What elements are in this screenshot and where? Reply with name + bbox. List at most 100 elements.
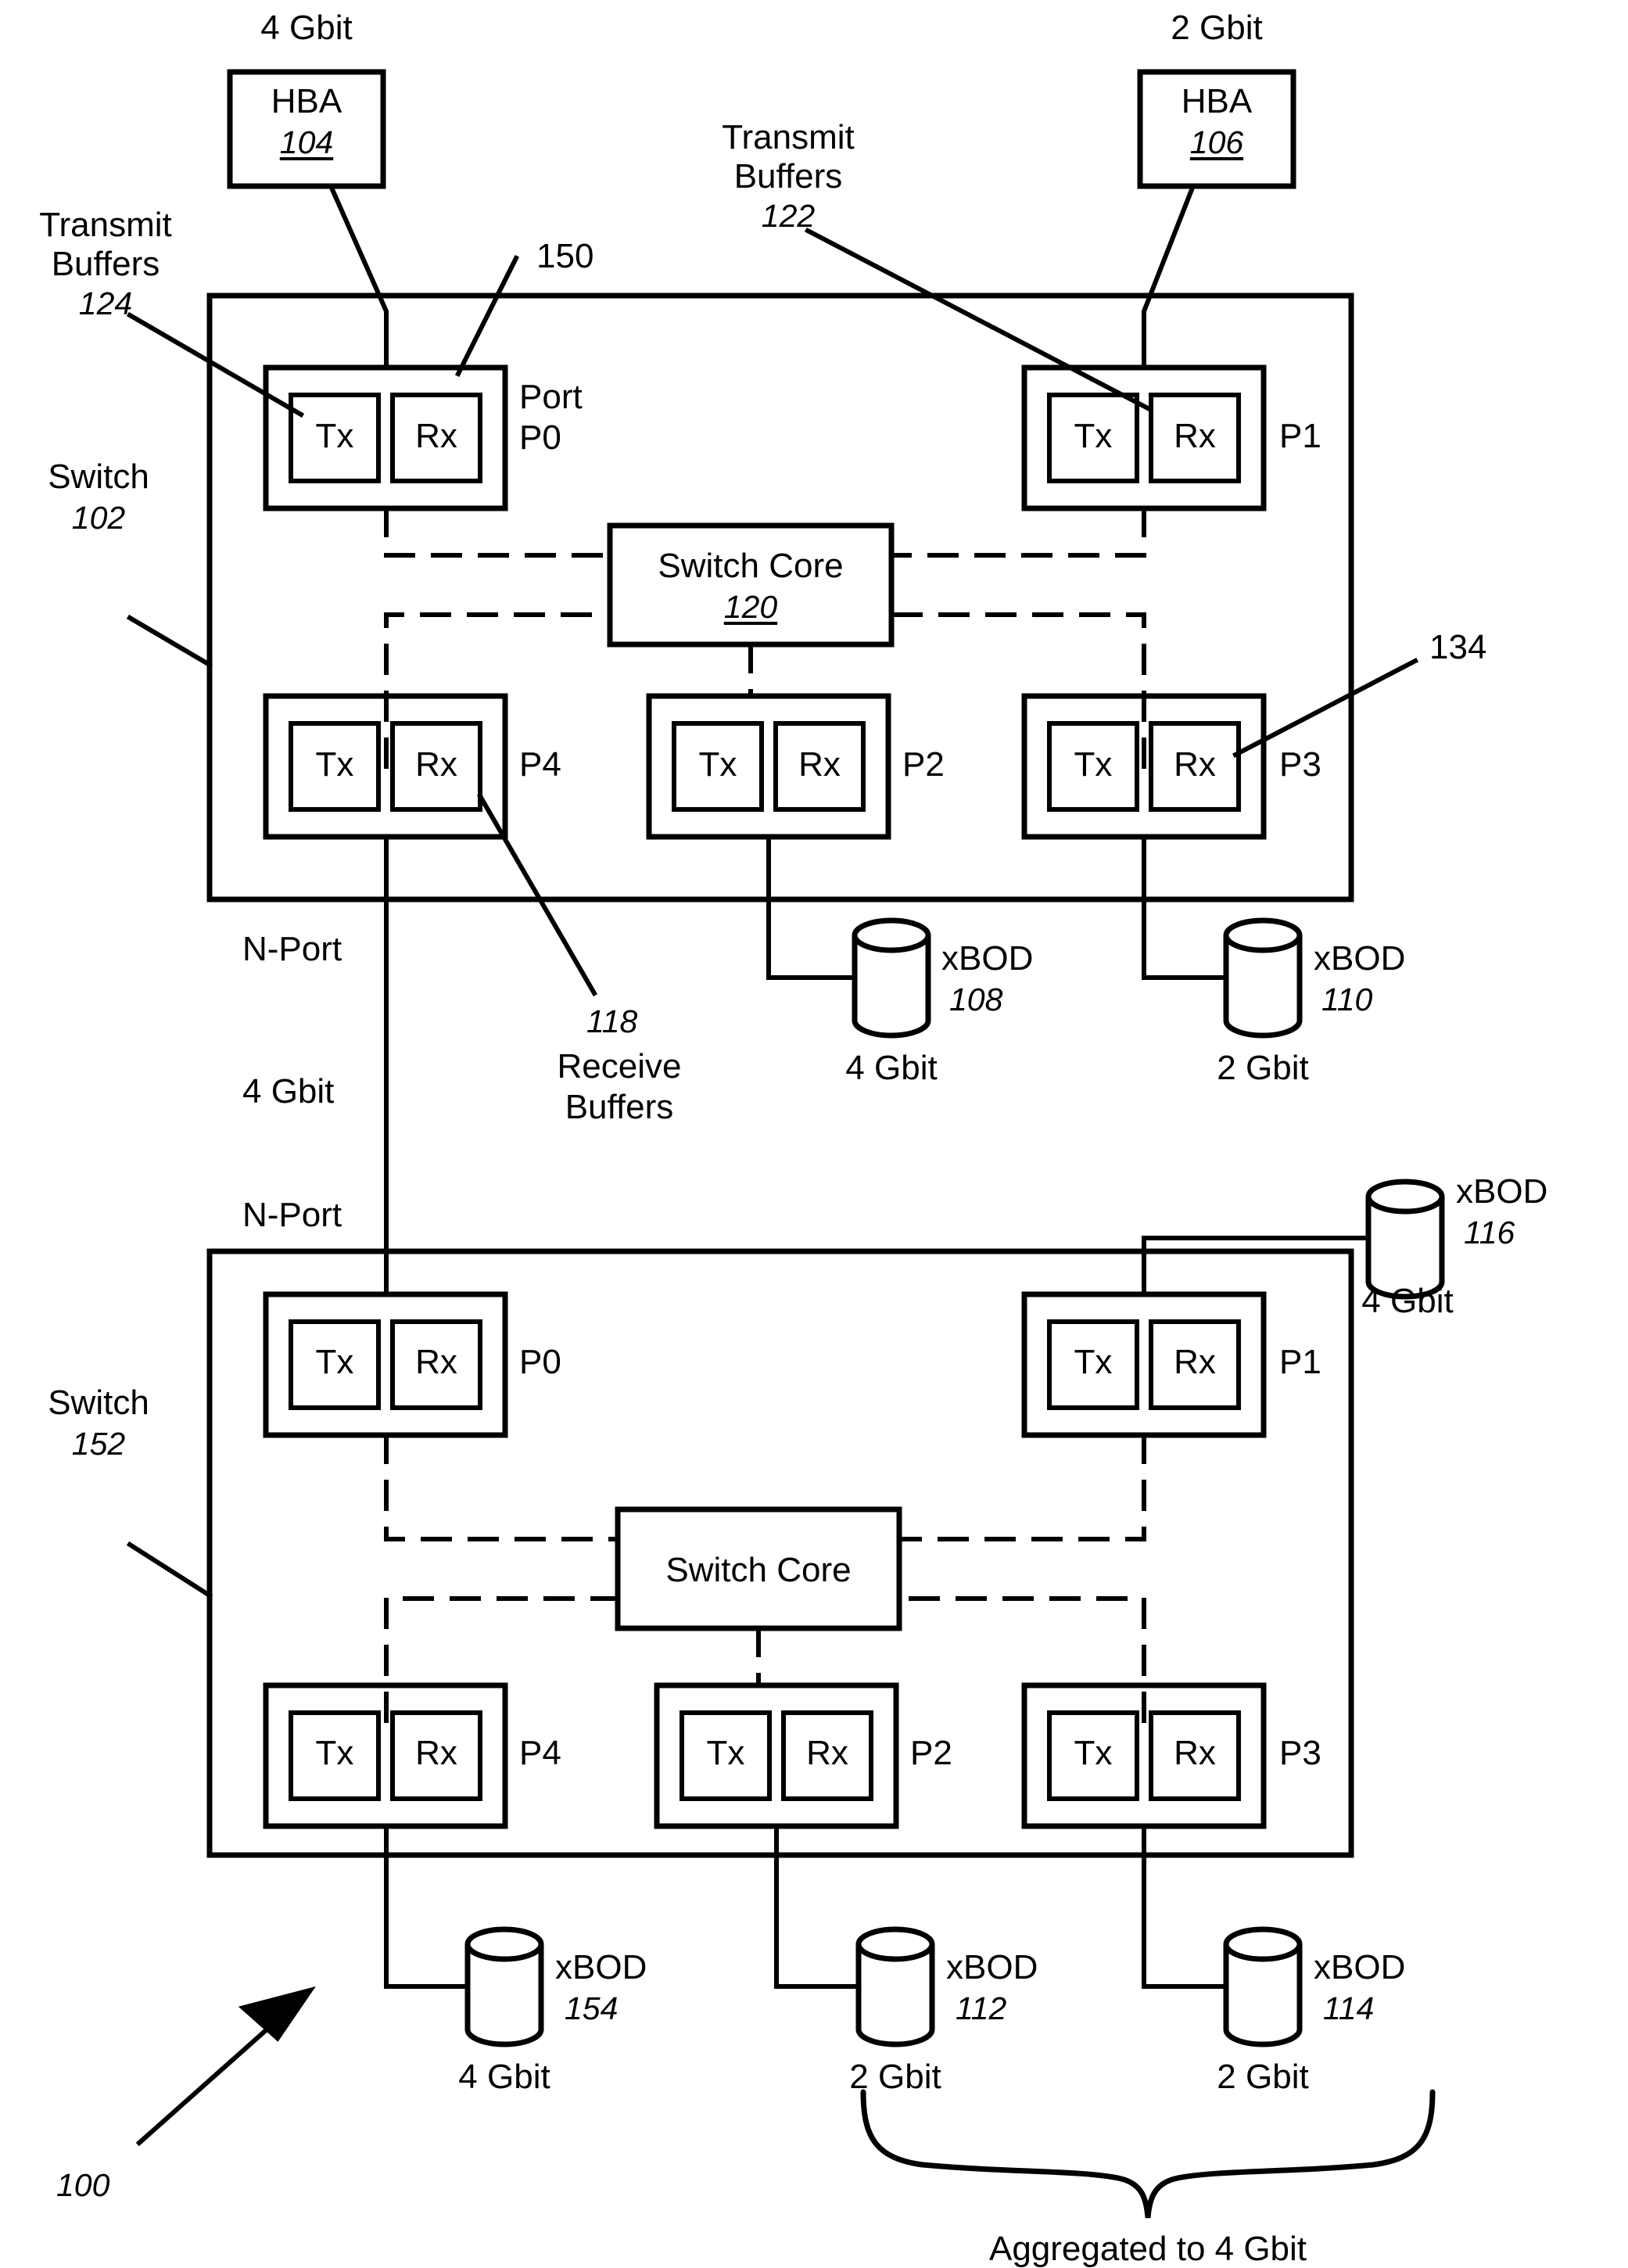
xbod-154-cylinder xyxy=(464,1926,544,2047)
low-port-p3-label: P3 xyxy=(1279,1734,1321,1772)
xbod-110-speed: 2 Gbit xyxy=(1217,1049,1309,1087)
port-p4-tx-label: Tx xyxy=(315,745,354,784)
port-p0-label-line1: Port xyxy=(519,378,583,416)
low-port-p3-tx-label: Tx xyxy=(1074,1734,1113,1772)
callout-150-ref: 150 xyxy=(536,237,594,275)
hba-104-ref: 104 xyxy=(279,124,334,160)
xbod-112-name: xBOD xyxy=(946,1948,1038,1986)
hba-106-ref: 106 xyxy=(1189,124,1244,160)
xbod-154-speed: 4 Gbit xyxy=(458,2058,550,2096)
figure-100-arrow-shaft xyxy=(135,2008,290,2147)
figure-100-arrow-head xyxy=(238,1986,316,2042)
transmit-buffers-122-line1: Transmit xyxy=(722,118,855,156)
nport-lower-label: N-Port xyxy=(242,1196,342,1234)
port-p1-rx-label: Rx xyxy=(1174,417,1216,455)
low-port-p0-label: P0 xyxy=(519,1343,561,1381)
transmit-buffers-122-line2: Buffers xyxy=(733,157,843,196)
port-p3-rx-label: Rx xyxy=(1174,745,1216,784)
xbod-114-name: xBOD xyxy=(1314,1948,1406,1986)
leader-tx-buffers-122 xyxy=(804,227,1152,412)
lcore-link-p1-upper xyxy=(897,1433,1146,1541)
core-120-link-p0-upper xyxy=(384,506,612,558)
leader-switch-102 xyxy=(126,614,213,669)
port-p1-tx-label: Tx xyxy=(1074,417,1113,455)
xbod-112-ref: 112 xyxy=(956,1990,1007,2026)
low-port-p4-label: P4 xyxy=(519,1734,561,1772)
low-port-p0-tx-label: Tx xyxy=(315,1343,354,1381)
low-port-p0-rx-label: Rx xyxy=(415,1343,457,1381)
cable-p2-xbod108 xyxy=(766,834,857,980)
xbod-116-name: xBOD xyxy=(1456,1172,1548,1211)
switch-102-label: Switch xyxy=(48,458,149,496)
xbod-154-name: xBOD xyxy=(555,1948,647,1986)
xbod-108-name: xBOD xyxy=(941,939,1034,978)
xbod-108-cylinder xyxy=(852,917,931,1039)
callout-134-ref: 134 xyxy=(1429,628,1487,666)
switch-152-label: Switch xyxy=(48,1383,149,1422)
receive-buffers-118-ref: 118 xyxy=(586,1003,638,1039)
low-port-p4-rx-label: Rx xyxy=(415,1734,457,1772)
xbod-112-cylinder xyxy=(855,1926,935,2047)
cable-lowp3-xbod114 xyxy=(1142,1824,1228,1989)
hba-106-link xyxy=(1142,185,1196,370)
xbod-116-ref: 116 xyxy=(1464,1215,1515,1251)
aggregation-brace xyxy=(860,2089,1436,2219)
xbod-154-ref: 154 xyxy=(565,1990,619,2026)
xbod-108-speed: 4 Gbit xyxy=(845,1049,938,1087)
aggregation-caption: Aggregated to 4 Gbit xyxy=(988,2230,1307,2268)
diagram-linework xyxy=(126,69,1445,2219)
lcore-link-p0-upper xyxy=(384,1433,620,1541)
figure-reference-number: 100 xyxy=(56,2167,110,2203)
port-p0-rx-label: Rx xyxy=(415,417,457,455)
port-p3-tx-label: Tx xyxy=(1074,745,1113,784)
hba-106-speed: 2 Gbit xyxy=(1171,9,1263,47)
receive-buffers-118-line1: Receive xyxy=(557,1047,682,1086)
xbod-114-ref: 114 xyxy=(1323,1990,1375,2026)
core-120-link-p3-lower xyxy=(889,612,1146,769)
port-p0-label-line2: P0 xyxy=(519,418,561,457)
xbod-110-cylinder xyxy=(1223,917,1303,1039)
isl-speed-label: 4 Gbit xyxy=(242,1072,335,1111)
low-port-p4-tx-label: Tx xyxy=(315,1734,354,1772)
lcore-link-p4-lower xyxy=(384,1596,620,1723)
cable-lowp2-xbod112 xyxy=(774,1824,861,1989)
low-port-p2-tx-label: Tx xyxy=(706,1734,745,1772)
transmit-buffers-124-ref: 124 xyxy=(78,285,133,321)
cable-lowp4-xbod154 xyxy=(384,1824,470,1989)
switch-core-120-title: Switch Core xyxy=(658,547,844,585)
nport-upper-label: N-Port xyxy=(242,930,342,968)
xbod-112-speed: 2 Gbit xyxy=(849,2058,941,2096)
switch-core-120-ref: 120 xyxy=(723,589,778,625)
low-port-p1-label: P1 xyxy=(1279,1343,1321,1381)
switch-core-lower-title: Switch Core xyxy=(665,1551,852,1589)
xbod-116-speed: 4 Gbit xyxy=(1361,1282,1454,1320)
port-p1-label: P1 xyxy=(1279,417,1321,455)
xbod-110-ref: 110 xyxy=(1321,981,1373,1017)
port-p0-tx-label: Tx xyxy=(315,417,354,455)
transmit-buffers-124-line2: Buffers xyxy=(51,245,160,283)
port-p2-rx-label: Rx xyxy=(798,745,841,784)
xbod-114-speed: 2 Gbit xyxy=(1217,2058,1309,2096)
low-port-p2-label: P2 xyxy=(910,1734,952,1772)
transmit-buffers-122-ref: 122 xyxy=(761,198,816,234)
xbod-110-name: xBOD xyxy=(1314,939,1406,978)
low-port-p1-tx-label: Tx xyxy=(1074,1343,1113,1381)
core-120-link-p1-upper xyxy=(889,506,1146,558)
hba-104-link xyxy=(328,185,389,370)
port-p4-label: P4 xyxy=(519,745,561,784)
switch-102-ref: 102 xyxy=(71,500,126,536)
patent-figure-canvas: 4 Gbit HBA 104 2 Gbit HBA 106 Transmit B… xyxy=(0,0,1628,2268)
leader-switch-152 xyxy=(126,1541,213,1599)
receive-buffers-118-line2: Buffers xyxy=(565,1088,674,1126)
low-port-p3-rx-label: Rx xyxy=(1174,1734,1216,1772)
port-p3-label: P3 xyxy=(1279,745,1321,784)
cable-p3-xbod110 xyxy=(1142,834,1228,980)
switch-152-ref: 152 xyxy=(71,1426,126,1462)
low-port-p1-rx-label: Rx xyxy=(1174,1343,1216,1381)
leader-150 xyxy=(454,254,520,378)
port-p4-rx-label: Rx xyxy=(415,745,457,784)
low-port-p2-rx-label: Rx xyxy=(806,1734,848,1772)
port-p2-label: P2 xyxy=(902,745,945,784)
xbod-116-cylinder xyxy=(1365,1179,1445,1300)
transmit-buffers-124-line1: Transmit xyxy=(39,206,172,244)
